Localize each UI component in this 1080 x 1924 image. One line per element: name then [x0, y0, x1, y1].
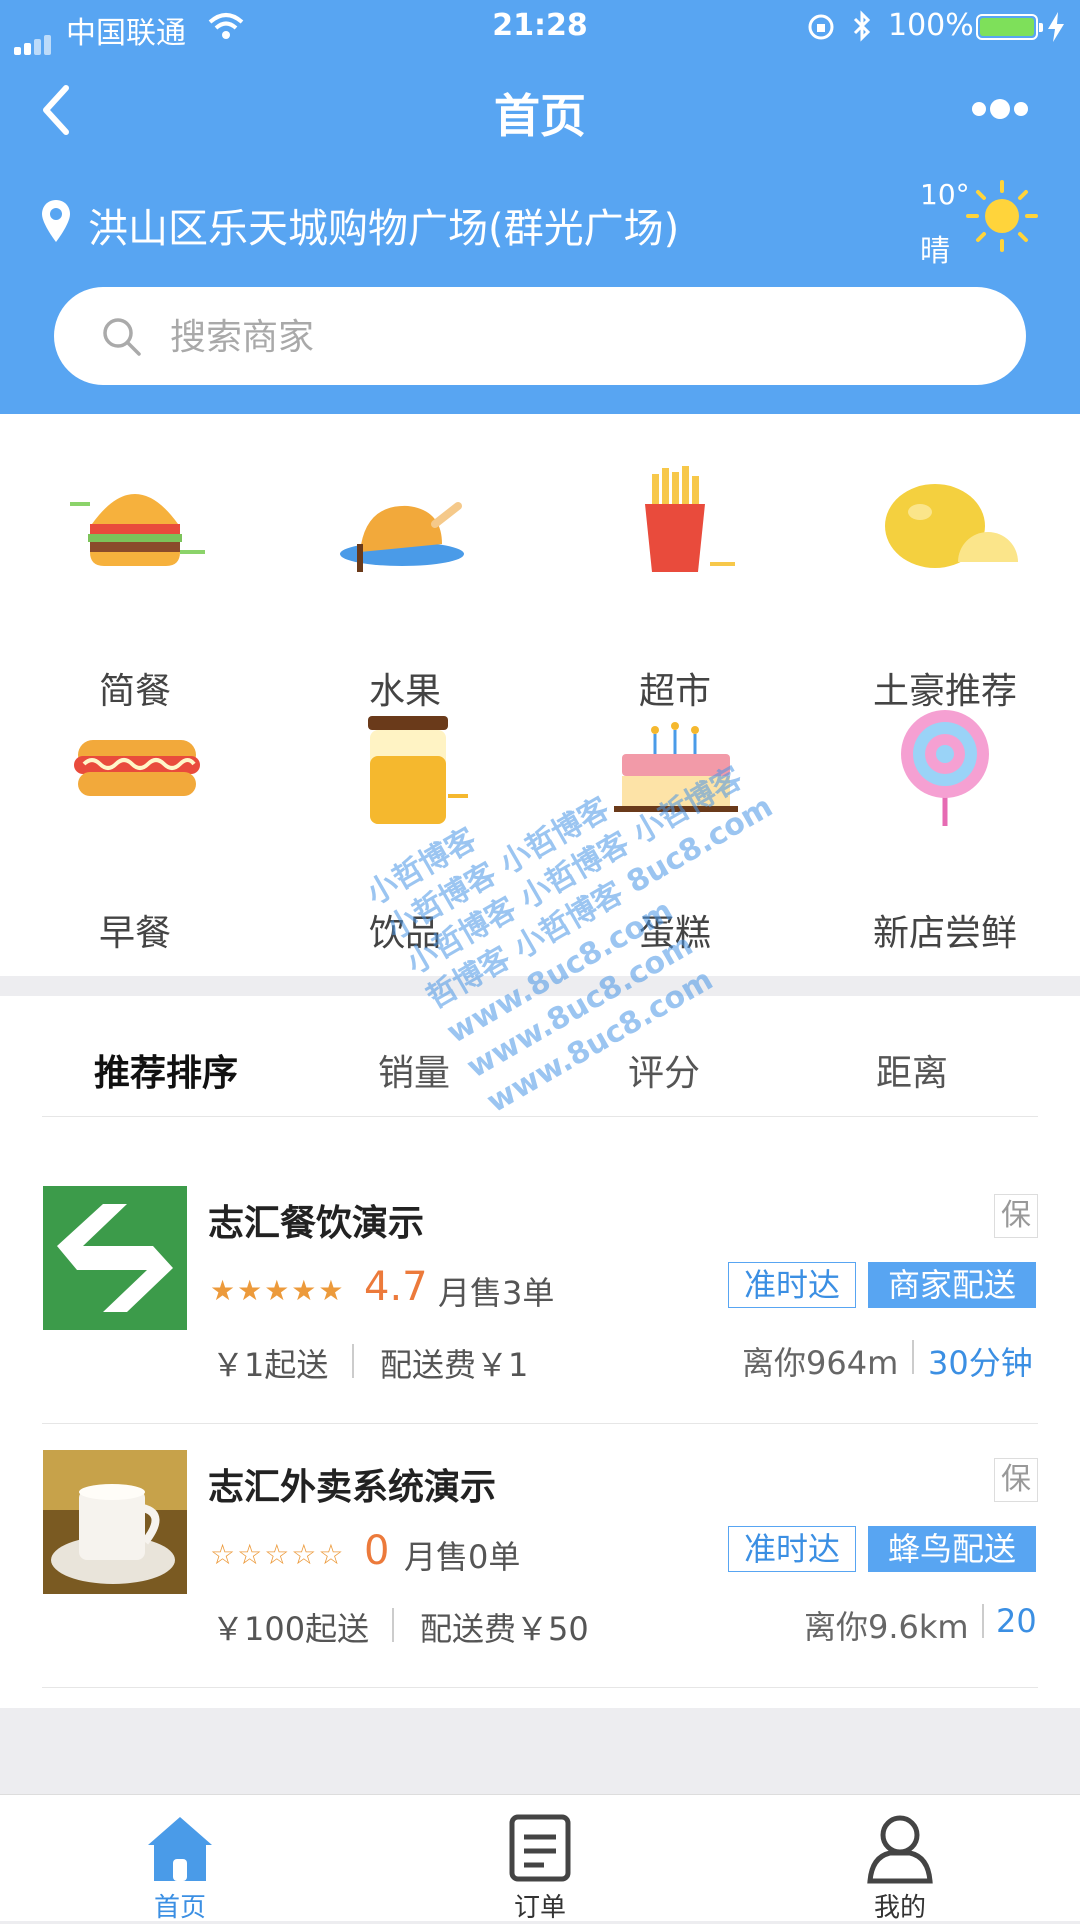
- guarantee-badge: 保: [994, 1458, 1038, 1502]
- battery-icon: [976, 14, 1043, 40]
- tab-rating[interactable]: 评分: [628, 1044, 700, 1096]
- star-rating: ★★★★★: [210, 1274, 346, 1307]
- category-item[interactable]: 新店尝鲜: [810, 686, 1080, 954]
- tab-recommended[interactable]: 推荐排序: [94, 1044, 238, 1096]
- star-rating: ☆☆☆☆☆: [210, 1538, 346, 1571]
- distance: 离你964m: [742, 1344, 899, 1382]
- header: 中国联通 21:28 100% 首页 洪山区乐天城购物广场(群光广场) 10° …: [0, 0, 1080, 414]
- rating-score: 4.7: [364, 1264, 428, 1310]
- tab-mine[interactable]: 我的: [800, 1795, 1000, 1923]
- lemon-icon: [885, 484, 1018, 568]
- status-bar: 中国联通 21:28 100%: [0, 0, 1080, 55]
- divider: [42, 1687, 1038, 1688]
- search-bar[interactable]: [54, 287, 1026, 385]
- charging-icon: [1048, 12, 1064, 42]
- location-pin-icon: [42, 200, 70, 242]
- tab-home[interactable]: 首页: [80, 1795, 280, 1923]
- tab-label: 订单: [513, 1893, 566, 1923]
- min-order: ￥100起送: [212, 1610, 370, 1648]
- list-item[interactable]: 志汇外卖系统演示 保 ☆☆☆☆☆ 0 月售0单 准时达 蜂鸟配送 ￥100起送 …: [0, 1382, 1080, 1648]
- tab-label: 首页: [153, 1893, 206, 1923]
- list-item[interactable]: 志汇餐饮演示 保 ★★★★★ 4.7 月售3单 准时达 商家配送 ￥1起送 配送…: [0, 1118, 1080, 1384]
- delivery-eta: 20: [996, 1602, 1037, 1640]
- category-label: 新店尝鲜: [872, 913, 1017, 954]
- delivery-tag: 蜂鸟配送: [868, 1526, 1036, 1572]
- shop-logo: [43, 1186, 187, 1330]
- shop-photo: [43, 1450, 187, 1594]
- burger-icon: [70, 494, 205, 566]
- category-label: 早餐: [98, 913, 171, 954]
- monthly-sales: 月售0单: [404, 1538, 521, 1576]
- weather-desc: 晴: [920, 234, 950, 269]
- divider: [352, 1344, 354, 1378]
- more-icon[interactable]: [972, 98, 1036, 122]
- distance: 离你9.6km: [804, 1608, 969, 1646]
- hotdog-icon: [74, 740, 200, 796]
- guarantee-badge: 保: [994, 1194, 1038, 1238]
- shop-name: 志汇外卖系统演示: [208, 1467, 497, 1508]
- search-icon: [103, 318, 141, 356]
- divider: [42, 1116, 1038, 1117]
- monthly-sales: 月售3单: [438, 1274, 555, 1312]
- bottom-tab-bar: 首页 订单 我的: [0, 1794, 1080, 1923]
- rotation-lock-icon: [808, 14, 834, 40]
- location-address[interactable]: 洪山区乐天城购物广场(群光广场): [88, 196, 679, 254]
- rating-score: 0: [364, 1528, 390, 1574]
- on-time-tag: 准时达: [728, 1526, 856, 1572]
- battery-percent: 100%: [888, 8, 974, 43]
- search-input[interactable]: [168, 309, 872, 365]
- delivery-tag: 商家配送: [868, 1262, 1036, 1308]
- tab-distance[interactable]: 距离: [876, 1044, 948, 1096]
- lollipop-icon: [901, 710, 989, 826]
- category-item[interactable]: 简餐: [0, 444, 270, 712]
- order-icon: [509, 1814, 571, 1882]
- bluetooth-icon: [853, 10, 871, 42]
- divider: [392, 1608, 394, 1642]
- tab-sales[interactable]: 销量: [378, 1044, 450, 1096]
- juice-jar-icon: [368, 716, 468, 824]
- divider: [912, 1340, 914, 1374]
- shop-name: 志汇餐饮演示: [208, 1203, 425, 1244]
- divider: [982, 1604, 984, 1638]
- delivery-eta: 30分钟: [928, 1344, 1033, 1382]
- page-title: 首页: [494, 89, 586, 143]
- sun-icon: [966, 180, 1038, 252]
- fries-icon: [645, 466, 735, 572]
- home-icon: [148, 1817, 212, 1881]
- delivery-fee: 配送费￥1: [380, 1346, 529, 1384]
- shop-list: 志汇餐饮演示 保 ★★★★★ 4.7 月售3单 准时达 商家配送 ￥1起送 配送…: [0, 1118, 1080, 1708]
- tab-label: 我的: [873, 1893, 926, 1923]
- delivery-fee: 配送费￥50: [420, 1610, 589, 1648]
- user-icon: [867, 1815, 933, 1884]
- category-item[interactable]: 超市: [540, 444, 810, 712]
- min-order: ￥1起送: [212, 1346, 329, 1384]
- category-item[interactable]: 水果: [270, 444, 540, 712]
- weather-temp: 10°: [920, 178, 970, 211]
- tab-orders[interactable]: 订单: [440, 1795, 640, 1923]
- on-time-tag: 准时达: [728, 1262, 856, 1308]
- roast-chicken-icon: [340, 502, 464, 572]
- category-item[interactable]: 土豪推荐: [810, 444, 1080, 712]
- category-item[interactable]: 早餐: [0, 686, 270, 954]
